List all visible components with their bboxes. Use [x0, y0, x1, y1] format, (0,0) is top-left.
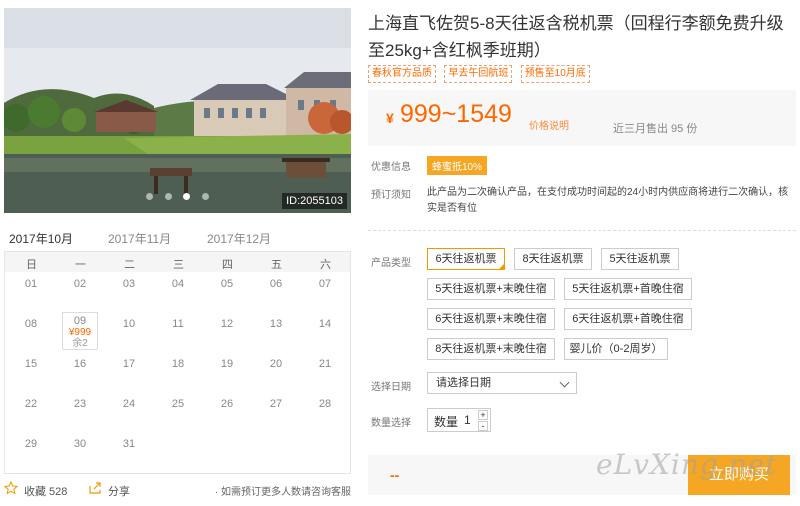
calendar-day[interactable]: 28 — [307, 398, 343, 410]
calendar-day[interactable]: 18 — [160, 358, 196, 370]
weekday-label: 五 — [271, 259, 282, 271]
calendar-day[interactable]: 02 — [62, 278, 98, 290]
section-divider — [368, 230, 796, 231]
calendar-day[interactable]: 08 — [13, 318, 49, 330]
calendar-day[interactable]: 14 — [307, 318, 343, 330]
calendar-grid: 日 一 二 三 四 五 六 01 02 03 04 05 06 07 08 09 ¥999 余2 10… — [4, 252, 351, 474]
calendar-day[interactable]: 20 — [258, 358, 294, 370]
calendar-day[interactable]: 11 — [160, 318, 196, 330]
price-range: 999~1549 — [400, 100, 512, 128]
calendar-day[interactable]: 24 — [111, 398, 147, 410]
promo-label: 优惠信息 — [371, 162, 411, 173]
weekday-label: 四 — [222, 259, 233, 271]
star-icon[interactable] — [4, 481, 18, 495]
site-watermark: eLvXing.net — [596, 448, 778, 481]
day-remaining: 余2 — [72, 338, 88, 349]
option-infant-price[interactable]: 婴儿价（0-2周岁） — [564, 338, 668, 360]
calendar-day[interactable]: 25 — [160, 398, 196, 410]
date-select[interactable]: 请选择日期 — [427, 372, 577, 394]
bottom-actions: 收藏 528 分享 · 如需预订更多人数请咨询客服 — [4, 480, 351, 500]
calendar-day[interactable]: 19 — [209, 358, 245, 370]
share-icon[interactable] — [88, 481, 102, 495]
quantity-plus-button[interactable]: + — [478, 410, 488, 420]
calendar-day[interactable]: 06 — [258, 278, 294, 290]
weekday-label: 日 — [26, 259, 37, 271]
calendar-day[interactable]: 17 — [111, 358, 147, 370]
calendar-day[interactable]: 13 — [258, 318, 294, 330]
calendar-day-selected[interactable]: 09 ¥999 余2 — [62, 312, 98, 350]
calendar-day[interactable]: 30 — [62, 438, 98, 450]
option-5day-last-night[interactable]: 5天往返机票+末晚住宿 — [427, 278, 555, 300]
calendar-day[interactable]: 21 — [307, 358, 343, 370]
quantity-stepper[interactable]: 数量 1 + - — [427, 408, 491, 432]
option-6day-first-night[interactable]: 6天往返机票+首晚住宿 — [564, 308, 692, 330]
calendar-day[interactable]: 12 — [209, 318, 245, 330]
weekday-label: 三 — [173, 259, 184, 271]
price-explain-link[interactable]: 价格说明 — [529, 117, 569, 132]
calendar-day[interactable]: 29 — [13, 438, 49, 450]
tab-month-oct[interactable]: 2017年10月 — [9, 230, 74, 256]
tab-month-dec[interactable]: 2017年12月 — [207, 230, 271, 247]
notice-label: 预订须知 — [371, 190, 411, 201]
total-price-placeholder: -- — [390, 467, 400, 483]
weekday-label: 二 — [124, 259, 135, 271]
photo-id-label: ID:2055103 — [282, 193, 347, 209]
currency-symbol: ¥ — [386, 110, 394, 126]
calendar-day[interactable]: 07 — [307, 278, 343, 290]
chevron-down-icon — [559, 377, 570, 388]
contact-service-note[interactable]: · 如需预订更多人数请咨询客服 — [215, 483, 351, 498]
calendar-day[interactable]: 27 — [258, 398, 294, 410]
option-8day-last-night[interactable]: 8天往返机票+末晚住宿 — [427, 338, 555, 360]
carousel-dot[interactable] — [201, 193, 209, 200]
calendar-day[interactable]: 15 — [13, 358, 49, 370]
carousel-dot-active[interactable] — [183, 193, 191, 200]
sold-count: 近三月售出 95 份 — [613, 123, 698, 135]
notice-text: 此产品为二次确认产品，在支付成功时间起的24小时内供应商将进行二次确认，核实是否… — [427, 187, 789, 214]
option-5day-roundtrip[interactable]: 5天往返机票 — [601, 248, 679, 270]
calendar-weekday-header: 日 一 二 三 四 五 六 — [5, 252, 350, 272]
calendar-day[interactable]: 10 — [111, 318, 147, 330]
product-tag: 早去午回航班 — [444, 65, 513, 83]
calendar-day[interactable]: 22 — [13, 398, 49, 410]
share-button[interactable]: 分享 — [108, 483, 130, 499]
calendar-day[interactable]: 03 — [111, 278, 147, 290]
option-5day-first-night[interactable]: 5天往返机票+首晚住宿 — [564, 278, 692, 300]
product-tags: 春秋官方品质 早去午回航班 预售至10月底 — [368, 65, 595, 83]
calendar-day[interactable]: 16 — [62, 358, 98, 370]
price-box: ¥ 999~1549 价格说明 近三月售出 95 份 — [368, 90, 796, 146]
carousel-dot[interactable] — [164, 193, 172, 200]
carousel-dot[interactable] — [146, 193, 154, 200]
calendar-day[interactable]: 23 — [62, 398, 98, 410]
product-photo[interactable]: ID:2055103 — [4, 8, 351, 213]
photo-scene — [4, 8, 351, 213]
calendar-day[interactable]: 01 — [13, 278, 49, 290]
month-tabs: 2017年10月 2017年11月 2017年12月 — [4, 224, 351, 256]
calendar-day[interactable]: 31 — [111, 438, 147, 450]
promo-badge: 蜂蜜抵10% — [427, 156, 488, 175]
date-label: 选择日期 — [371, 382, 411, 393]
quantity-minus-button[interactable]: - — [478, 421, 488, 431]
product-title: 上海直飞佐贺5-8天往返含税机票（回程行李额免费升级至25kg+含红枫季班期） — [368, 14, 784, 60]
option-6day-last-night[interactable]: 6天往返机票+末晚住宿 — [427, 308, 555, 330]
option-6day-roundtrip[interactable]: 6天往返机票 — [427, 248, 505, 270]
weekday-label: 一 — [75, 259, 86, 271]
product-tag: 春秋官方品质 — [368, 65, 436, 83]
calendar-day[interactable]: 26 — [209, 398, 245, 410]
quantity-label: 数量选择 — [371, 418, 411, 429]
option-8day-roundtrip[interactable]: 8天往返机票 — [514, 248, 592, 270]
date-select-value: 请选择日期 — [436, 377, 491, 389]
quantity-field-label: 数量 — [434, 415, 459, 429]
product-tag: 预售至10月底 — [520, 65, 590, 83]
calendar-day[interactable]: 05 — [209, 278, 245, 290]
favorite-button[interactable]: 收藏 528 — [24, 483, 67, 499]
tab-month-nov[interactable]: 2017年11月 — [108, 230, 171, 247]
quantity-value[interactable]: 1 — [464, 413, 471, 427]
day-price: ¥999 — [68, 327, 92, 338]
calendar-day[interactable]: 04 — [160, 278, 196, 290]
day-number: 09 — [73, 315, 87, 327]
product-type-label: 产品类型 — [371, 258, 411, 269]
weekday-label: 六 — [320, 259, 331, 271]
